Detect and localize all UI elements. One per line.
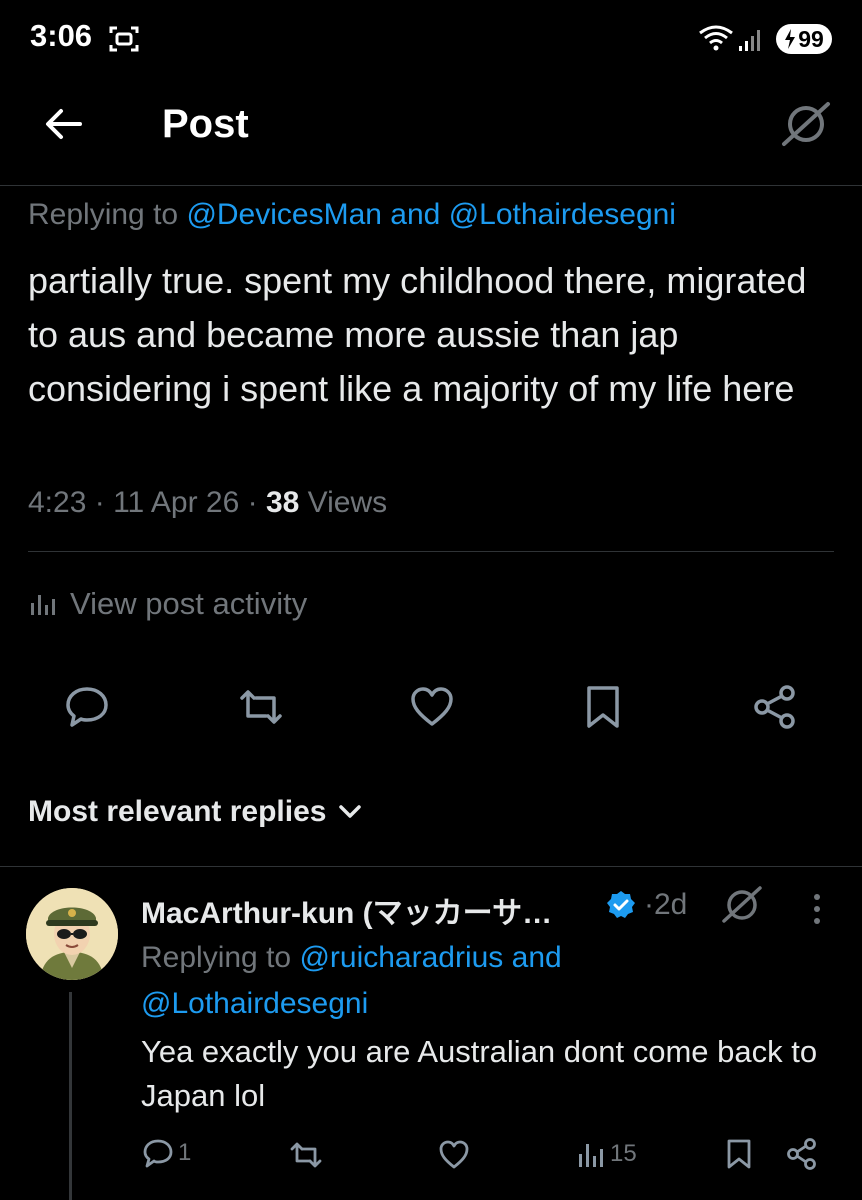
post-date: 11 Apr 26: [113, 486, 240, 519]
repost-icon: [236, 686, 286, 728]
mention-link-1[interactable]: @DevicesMan: [186, 198, 382, 231]
repost-icon: [288, 1140, 324, 1170]
reply-views-count: 15: [610, 1140, 637, 1167]
battery-indicator: 99: [776, 24, 832, 54]
share-icon: [786, 1138, 818, 1170]
view-post-activity[interactable]: View post activity: [30, 586, 307, 622]
page-title: Post: [162, 102, 249, 146]
battery-level: 99: [798, 25, 824, 52]
views-count: 38: [265, 486, 300, 519]
replies-sort-label: Most relevant replies: [28, 795, 327, 828]
speech-bubble-icon: [142, 1138, 174, 1168]
reply-text: Yea exactly you are Australian dont come…: [141, 1034, 818, 1113]
signal-icon: [738, 28, 764, 52]
reply-replying-to: Replying to @ruicharadrius and @Lothaird…: [141, 935, 741, 1027]
avatar[interactable]: [26, 888, 118, 980]
views-label: Views: [307, 486, 388, 519]
more-vertical-icon: [810, 893, 824, 925]
post-meta: 4:23 · 11 Apr 26 · 38 Views: [28, 486, 388, 519]
reply-replying-and[interactable]: and: [512, 941, 562, 974]
bar-chart-icon: [578, 1140, 604, 1168]
charging-bolt-icon: [784, 29, 796, 49]
share-icon: [752, 684, 798, 730]
wifi-icon: [698, 24, 734, 52]
reply-age-value: 2d: [654, 888, 688, 921]
replying-and[interactable]: and: [390, 198, 440, 231]
reply-mention-link-2[interactable]: @Lothairdesegni: [141, 987, 368, 1020]
reply-reply-button[interactable]: 1: [142, 1138, 191, 1168]
screen-record-icon: [108, 24, 140, 54]
chevron-down-icon: [338, 804, 362, 820]
heart-icon: [438, 1140, 470, 1170]
replying-to: Replying to @DevicesMan and @Lothairdese…: [28, 198, 676, 232]
reply-like-button[interactable]: [438, 1140, 470, 1170]
grok-icon: [780, 100, 832, 148]
bookmark-icon: [726, 1138, 752, 1170]
reply-replying-prefix: Replying to: [141, 941, 292, 974]
post-time: 4:23: [28, 486, 87, 519]
grok-icon: [720, 884, 764, 924]
speech-bubble-icon: [64, 685, 110, 729]
thread-line: [69, 992, 72, 1200]
grok-button[interactable]: [780, 100, 832, 148]
view-post-activity-label: View post activity: [70, 586, 308, 621]
back-button[interactable]: [44, 106, 84, 142]
header-divider: [0, 185, 862, 186]
mention-link-2[interactable]: @Lothairdesegni: [449, 198, 676, 231]
like-button[interactable]: [409, 686, 455, 728]
replies-sort-dropdown[interactable]: Most relevant replies: [28, 795, 362, 829]
reply-age: ·2d: [644, 888, 688, 921]
reply-grok-button[interactable]: [720, 884, 764, 924]
reply-mention-link-1[interactable]: @ruicharadrius: [299, 941, 503, 974]
reply-bookmark-button[interactable]: [726, 1138, 752, 1170]
meta-divider: [28, 551, 834, 552]
post-text: partially true. spent my childhood there…: [28, 260, 807, 409]
reply-share-button[interactable]: [786, 1138, 818, 1170]
bar-chart-icon: [30, 591, 56, 617]
share-button[interactable]: [752, 684, 798, 730]
arrow-left-icon: [44, 106, 84, 142]
reply-repost-button[interactable]: [288, 1140, 324, 1170]
reply-author-name[interactable]: MacArthur-kun (マッカーサ…: [141, 888, 552, 932]
heart-icon: [409, 686, 455, 728]
reply-button[interactable]: [64, 685, 110, 729]
bookmark-icon: [584, 684, 622, 730]
replies-divider: [0, 866, 862, 867]
bookmark-button[interactable]: [584, 684, 622, 730]
reply-count: 1: [178, 1139, 192, 1166]
replying-prefix: Replying to: [28, 198, 179, 231]
reply-views-button[interactable]: 15: [578, 1140, 637, 1168]
status-time: 3:06: [30, 18, 93, 53]
repost-button[interactable]: [236, 686, 286, 728]
verified-badge-icon: [606, 890, 636, 920]
more-options-button[interactable]: [810, 893, 824, 925]
